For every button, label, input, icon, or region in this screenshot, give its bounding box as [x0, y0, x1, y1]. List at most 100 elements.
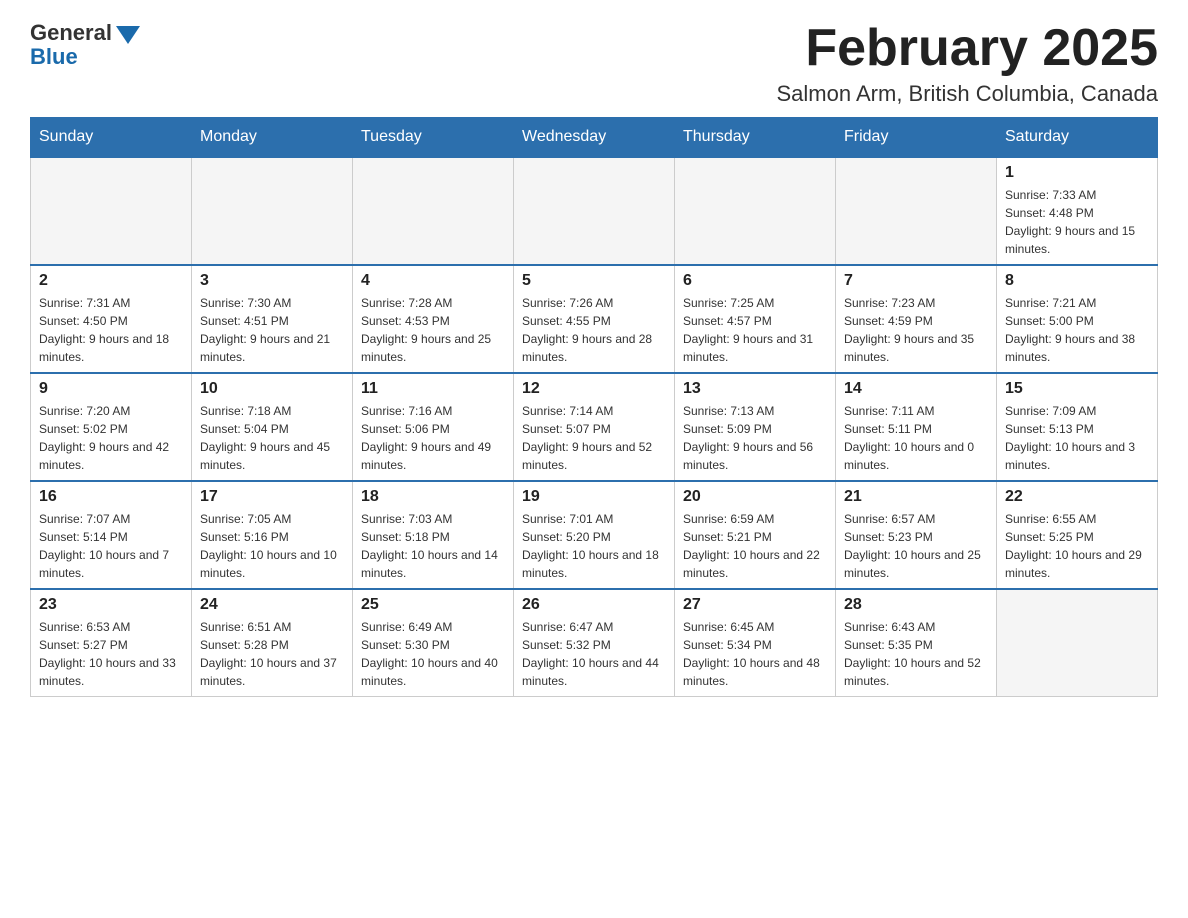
day-number: 2 [39, 272, 183, 290]
calendar-cell: 2 Sunrise: 7:31 AMSunset: 4:50 PMDaylight… [31, 265, 192, 373]
week-row-1: 2 Sunrise: 7:31 AMSunset: 4:50 PMDaylight… [31, 265, 1158, 373]
day-number: 7 [844, 272, 988, 290]
calendar-cell [192, 157, 353, 265]
calendar-cell: 24 Sunrise: 6:51 AMSunset: 5:28 PMDayligh… [192, 589, 353, 697]
calendar-cell: 10 Sunrise: 7:18 AMSunset: 5:04 PMDayligh… [192, 373, 353, 481]
day-number: 5 [522, 272, 666, 290]
day-info: Sunrise: 7:11 AMSunset: 5:11 PMDaylight:… [844, 402, 988, 474]
calendar-cell: 13 Sunrise: 7:13 AMSunset: 5:09 PMDayligh… [675, 373, 836, 481]
calendar-cell [675, 157, 836, 265]
calendar-cell: 8Sunrise: 7:21 AMSunset: 5:00 PMDaylight… [997, 265, 1158, 373]
header-monday: Monday [192, 118, 353, 158]
header-wednesday: Wednesday [514, 118, 675, 158]
day-number: 15 [1005, 380, 1149, 398]
day-number: 28 [844, 596, 988, 614]
calendar-cell: 18Sunrise: 7:03 AMSunset: 5:18 PMDayligh… [353, 481, 514, 589]
calendar-cell [836, 157, 997, 265]
day-info: Sunrise: 7:33 AMSunset: 4:48 PMDaylight:… [1005, 186, 1149, 258]
calendar-cell [31, 157, 192, 265]
day-number: 3 [200, 272, 344, 290]
day-info: Sunrise: 7:01 AMSunset: 5:20 PMDaylight:… [522, 510, 666, 582]
calendar-cell: 4 Sunrise: 7:28 AMSunset: 4:53 PMDaylight… [353, 265, 514, 373]
logo-general-text: General [30, 20, 112, 46]
day-number: 21 [844, 488, 988, 506]
day-info: Sunrise: 7:25 AMSunset: 4:57 PMDaylight:… [683, 294, 827, 366]
calendar-cell: 20Sunrise: 6:59 AMSunset: 5:21 PMDayligh… [675, 481, 836, 589]
calendar-cell: 7 Sunrise: 7:23 AMSunset: 4:59 PMDaylight… [836, 265, 997, 373]
day-info: Sunrise: 6:43 AMSunset: 5:35 PMDaylight:… [844, 618, 988, 690]
header-row: Sunday Monday Tuesday Wednesday Thursday… [31, 118, 1158, 158]
logo-arrow-icon [116, 26, 140, 44]
day-info: Sunrise: 7:05 AMSunset: 5:16 PMDaylight:… [200, 510, 344, 582]
day-info: Sunrise: 7:21 AMSunset: 5:00 PMDaylight:… [1005, 294, 1149, 366]
day-info: Sunrise: 7:28 AMSunset: 4:53 PMDaylight:… [361, 294, 505, 366]
day-number: 13 [683, 380, 827, 398]
calendar-title: February 2025 [777, 20, 1159, 77]
calendar-cell: 14 Sunrise: 7:11 AMSunset: 5:11 PMDayligh… [836, 373, 997, 481]
day-info: Sunrise: 7:30 AMSunset: 4:51 PMDaylight:… [200, 294, 344, 366]
calendar-cell: 26 Sunrise: 6:47 AMSunset: 5:32 PMDayligh… [514, 589, 675, 697]
day-number: 1 [1005, 164, 1149, 182]
day-number: 18 [361, 488, 505, 506]
day-info: Sunrise: 7:14 AMSunset: 5:07 PMDaylight:… [522, 402, 666, 474]
day-number: 6 [683, 272, 827, 290]
calendar-cell [353, 157, 514, 265]
day-number: 14 [844, 380, 988, 398]
logo: General Blue [30, 20, 140, 70]
calendar-cell: 21Sunrise: 6:57 AMSunset: 5:23 PMDayligh… [836, 481, 997, 589]
calendar-cell: 16 Sunrise: 7:07 AMSunset: 5:14 PMDayligh… [31, 481, 192, 589]
week-row-4: 23Sunrise: 6:53 AMSunset: 5:27 PMDayligh… [31, 589, 1158, 697]
day-info: Sunrise: 6:47 AMSunset: 5:32 PMDaylight:… [522, 618, 666, 690]
day-number: 9 [39, 380, 183, 398]
calendar-cell: 15 Sunrise: 7:09 AMSunset: 5:13 PMDayligh… [997, 373, 1158, 481]
day-number: 20 [683, 488, 827, 506]
calendar-cell: 17 Sunrise: 7:05 AMSunset: 5:16 PMDayligh… [192, 481, 353, 589]
calendar-cell: 25Sunrise: 6:49 AMSunset: 5:30 PMDayligh… [353, 589, 514, 697]
day-number: 25 [361, 596, 505, 614]
day-number: 26 [522, 596, 666, 614]
day-info: Sunrise: 6:51 AMSunset: 5:28 PMDaylight:… [200, 618, 344, 690]
calendar-cell: 6 Sunrise: 7:25 AMSunset: 4:57 PMDaylight… [675, 265, 836, 373]
day-number: 16 [39, 488, 183, 506]
day-info: Sunrise: 7:13 AMSunset: 5:09 PMDaylight:… [683, 402, 827, 474]
calendar-cell: 19 Sunrise: 7:01 AMSunset: 5:20 PMDayligh… [514, 481, 675, 589]
calendar-cell: 27Sunrise: 6:45 AMSunset: 5:34 PMDayligh… [675, 589, 836, 697]
calendar-cell [514, 157, 675, 265]
day-number: 24 [200, 596, 344, 614]
calendar-subtitle: Salmon Arm, British Columbia, Canada [777, 81, 1159, 107]
day-info: Sunrise: 7:26 AMSunset: 4:55 PMDaylight:… [522, 294, 666, 366]
calendar-cell: 12 Sunrise: 7:14 AMSunset: 5:07 PMDayligh… [514, 373, 675, 481]
day-info: Sunrise: 7:23 AMSunset: 4:59 PMDaylight:… [844, 294, 988, 366]
calendar-cell [997, 589, 1158, 697]
day-number: 19 [522, 488, 666, 506]
header-sunday: Sunday [31, 118, 192, 158]
calendar-cell: 28 Sunrise: 6:43 AMSunset: 5:35 PMDayligh… [836, 589, 997, 697]
page-header: General Blue February 2025 Salmon Arm, B… [30, 20, 1158, 107]
day-number: 11 [361, 380, 505, 398]
calendar-cell: 5 Sunrise: 7:26 AMSunset: 4:55 PMDaylight… [514, 265, 675, 373]
title-section: February 2025 Salmon Arm, British Columb… [777, 20, 1159, 107]
calendar-cell: 1 Sunrise: 7:33 AMSunset: 4:48 PMDaylight… [997, 157, 1158, 265]
day-number: 4 [361, 272, 505, 290]
calendar-table: Sunday Monday Tuesday Wednesday Thursday… [30, 117, 1158, 697]
header-thursday: Thursday [675, 118, 836, 158]
day-number: 12 [522, 380, 666, 398]
day-info: Sunrise: 7:07 AMSunset: 5:14 PMDaylight:… [39, 510, 183, 582]
week-row-2: 9Sunrise: 7:20 AMSunset: 5:02 PMDaylight… [31, 373, 1158, 481]
day-number: 23 [39, 596, 183, 614]
calendar-cell: 11 Sunrise: 7:16 AMSunset: 5:06 PMDayligh… [353, 373, 514, 481]
day-info: Sunrise: 7:09 AMSunset: 5:13 PMDaylight:… [1005, 402, 1149, 474]
logo-blue-text: Blue [30, 44, 78, 70]
day-info: Sunrise: 7:18 AMSunset: 5:04 PMDaylight:… [200, 402, 344, 474]
day-info: Sunrise: 7:31 AMSunset: 4:50 PMDaylight:… [39, 294, 183, 366]
day-number: 10 [200, 380, 344, 398]
week-row-0: 1 Sunrise: 7:33 AMSunset: 4:48 PMDaylight… [31, 157, 1158, 265]
day-info: Sunrise: 7:16 AMSunset: 5:06 PMDaylight:… [361, 402, 505, 474]
calendar-cell: 23Sunrise: 6:53 AMSunset: 5:27 PMDayligh… [31, 589, 192, 697]
day-number: 17 [200, 488, 344, 506]
week-row-3: 16 Sunrise: 7:07 AMSunset: 5:14 PMDayligh… [31, 481, 1158, 589]
header-tuesday: Tuesday [353, 118, 514, 158]
calendar-cell: 9Sunrise: 7:20 AMSunset: 5:02 PMDaylight… [31, 373, 192, 481]
header-friday: Friday [836, 118, 997, 158]
calendar-cell: 22Sunrise: 6:55 AMSunset: 5:25 PMDayligh… [997, 481, 1158, 589]
